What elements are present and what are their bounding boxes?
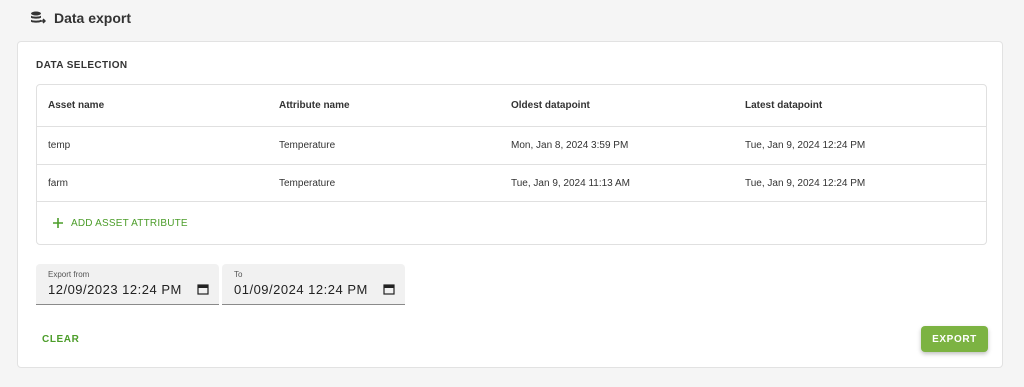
export-from-value[interactable]: 12/09/2023 12:24 PM (48, 282, 182, 297)
calendar-icon[interactable] (383, 282, 395, 295)
table-row[interactable]: farm Temperature Tue, Jan 9, 2024 11:13 … (37, 165, 986, 202)
column-header-attribute-name: Attribute name (279, 100, 350, 111)
cell-latest-datapoint: Tue, Jan 9, 2024 12:24 PM (745, 177, 866, 189)
table-row[interactable]: temp Temperature Mon, Jan 8, 2024 3:59 P… (37, 127, 986, 165)
page-header: Data export (30, 8, 131, 28)
database-export-icon (30, 10, 46, 26)
column-header-oldest-datapoint: Oldest datapoint (511, 100, 590, 111)
cell-attribute-name: Temperature (279, 140, 336, 151)
export-from-field[interactable]: Export from 12/09/2023 12:24 PM (36, 264, 219, 305)
cell-oldest-datapoint: Tue, Jan 9, 2024 11:13 AM (511, 177, 630, 189)
column-header-asset-name: Asset name (48, 100, 105, 111)
cell-oldest-datapoint: Mon, Jan 8, 2024 3:59 PM (511, 140, 629, 151)
export-button[interactable]: EXPORT (921, 326, 988, 352)
export-to-label: To (234, 270, 243, 279)
add-asset-attribute-label: ADD ASSET ATTRIBUTE (71, 217, 188, 229)
cell-latest-datapoint: Tue, Jan 9, 2024 12:24 PM (745, 140, 866, 151)
export-panel: DATA SELECTION Asset name Attribute name… (17, 41, 1003, 368)
cell-attribute-name: Temperature (279, 177, 336, 189)
attribute-table: Asset name Attribute name Oldest datapoi… (36, 84, 987, 245)
table-header-row: Asset name Attribute name Oldest datapoi… (37, 85, 986, 127)
export-to-field[interactable]: To 01/09/2024 12:24 PM (222, 264, 405, 305)
export-from-label: Export from (48, 270, 90, 279)
plus-icon (51, 216, 65, 230)
section-title: DATA SELECTION (36, 60, 128, 71)
cell-asset-name: temp (48, 140, 71, 151)
export-to-value[interactable]: 01/09/2024 12:24 PM (234, 282, 368, 297)
add-asset-attribute-button[interactable]: ADD ASSET ATTRIBUTE (51, 213, 188, 233)
column-header-latest-datapoint: Latest datapoint (745, 100, 823, 111)
calendar-icon[interactable] (197, 282, 209, 295)
page-title: Data export (54, 10, 132, 26)
cell-asset-name: farm (48, 177, 68, 189)
clear-button[interactable]: CLEAR (36, 328, 85, 350)
